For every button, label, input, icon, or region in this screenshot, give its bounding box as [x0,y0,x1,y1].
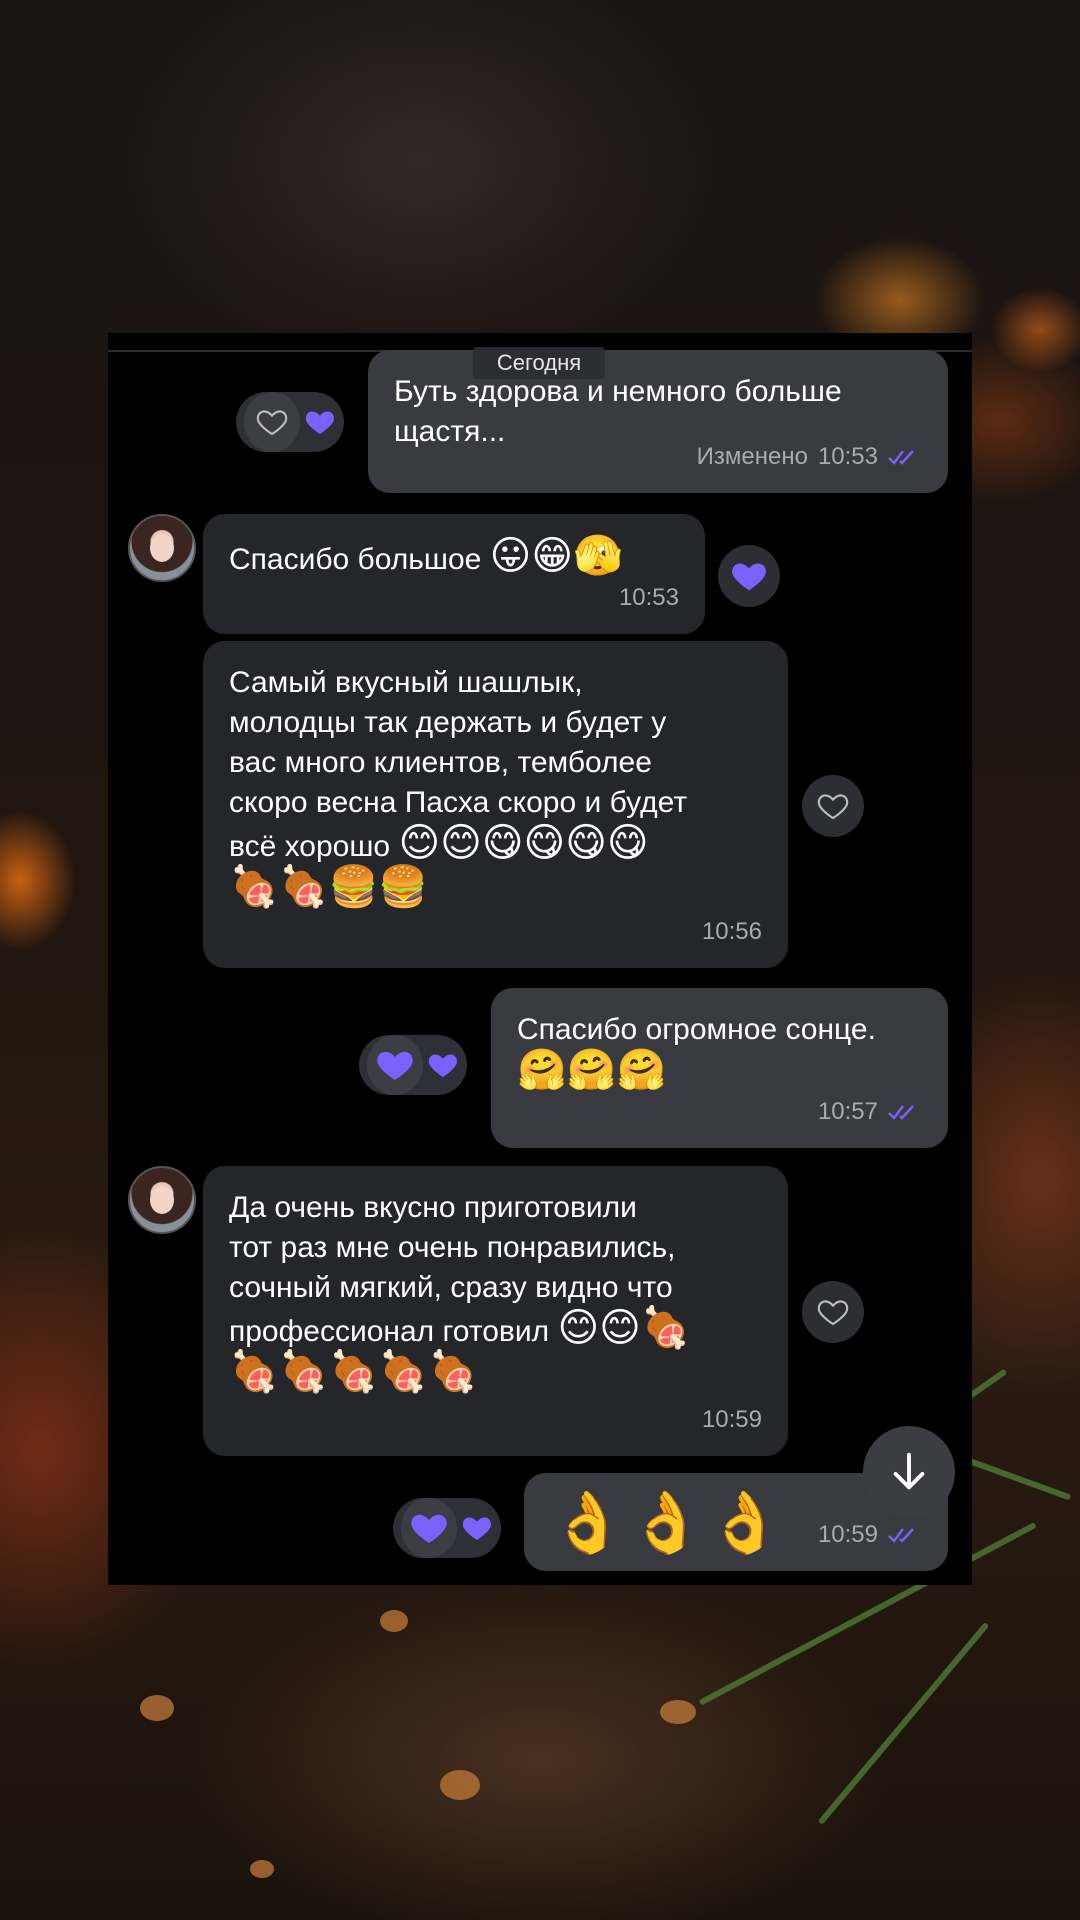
reaction-pill[interactable] [359,1035,467,1095]
double-check-icon [888,450,914,465]
add-reaction-button[interactable] [802,1281,864,1343]
message-meta: 10:53 [619,578,679,618]
heart-icon [377,1051,413,1080]
message-time: 10:59 [701,1406,762,1433]
message-bubble-incoming[interactable]: Спасибо большое 😛😁🫣 10:53 [203,514,705,634]
message-text-content: Спасибо большое [229,543,490,576]
heart-icon [306,411,335,434]
avatar[interactable] [128,514,196,582]
double-check-icon [888,1105,914,1120]
scroll-to-bottom-button[interactable] [863,1426,955,1518]
message-time: 10:53 [618,584,679,611]
message-bubble-incoming[interactable]: Самый вкусный шашлык, молодцы так держат… [203,641,788,968]
reaction-button[interactable] [718,545,780,607]
reaction-button[interactable] [367,1035,424,1095]
message-text: Самый вкусный шашлык, молодцы так держат… [229,663,762,911]
reaction-pill[interactable] [236,392,344,452]
message-time: 10:57 [817,1098,878,1125]
heart-icon [732,563,766,591]
edited-label: Изменено [696,443,808,470]
reaction-pill[interactable] [393,1498,501,1558]
add-reaction-button[interactable] [244,392,301,452]
message-time: 10:53 [817,443,878,470]
heart-outline-icon [817,1300,849,1326]
chat-panel[interactable]: Буть здорова и немного больше щастя... И… [108,333,972,1585]
herb-decoration [817,1621,990,1825]
heart-outline-icon [256,410,288,436]
message-text-content: Спасибо огромное сонце. [517,1013,876,1046]
arrow-down-icon [893,1452,925,1490]
heart-icon [411,1514,447,1543]
crumb [660,1700,696,1724]
message-meta: Изменено 10:53 [697,437,922,477]
message-bubble-outgoing[interactable]: Буть здорова и немного больше щастя... И… [368,350,948,493]
message-bubble-incoming[interactable]: Да очень вкусно приготовили тот раз мне … [203,1166,788,1456]
message-emoji: 😛😁🫣 [489,534,623,578]
heart-outline-icon [817,794,849,820]
crumb [440,1770,480,1800]
crumb [140,1695,174,1721]
message-bubble-outgoing[interactable]: Спасибо огромное сонце. 🤗🤗🤗 10:57 [491,988,948,1148]
message-time: 10:59 [817,1521,878,1548]
heart-icon [463,1517,492,1540]
message-meta: 10:59 [818,1515,922,1555]
message-emoji: 👌👌👌 [550,1489,787,1556]
message-text: Спасибо большое 😛😁🫣 [229,536,679,580]
message-text: Да очень вкусно приготовили тот раз мне … [229,1188,762,1396]
message-meta: 10:56 [702,912,762,952]
avatar[interactable] [128,1166,196,1234]
heart-icon [429,1054,458,1077]
double-check-icon [888,1528,914,1543]
message-emoji: 🤗🤗🤗 [517,1048,667,1092]
add-reaction-button[interactable] [802,775,864,837]
date-divider: Сегодня [473,347,605,379]
crumb [380,1610,408,1632]
message-meta: 10:57 [818,1092,922,1132]
message-time: 10:56 [701,918,762,945]
message-text: Спасибо огромное сонце. 🤗🤗🤗 [517,1010,922,1094]
message-meta: 10:59 [702,1400,762,1440]
reaction-button[interactable] [401,1498,458,1558]
crumb [250,1860,274,1878]
